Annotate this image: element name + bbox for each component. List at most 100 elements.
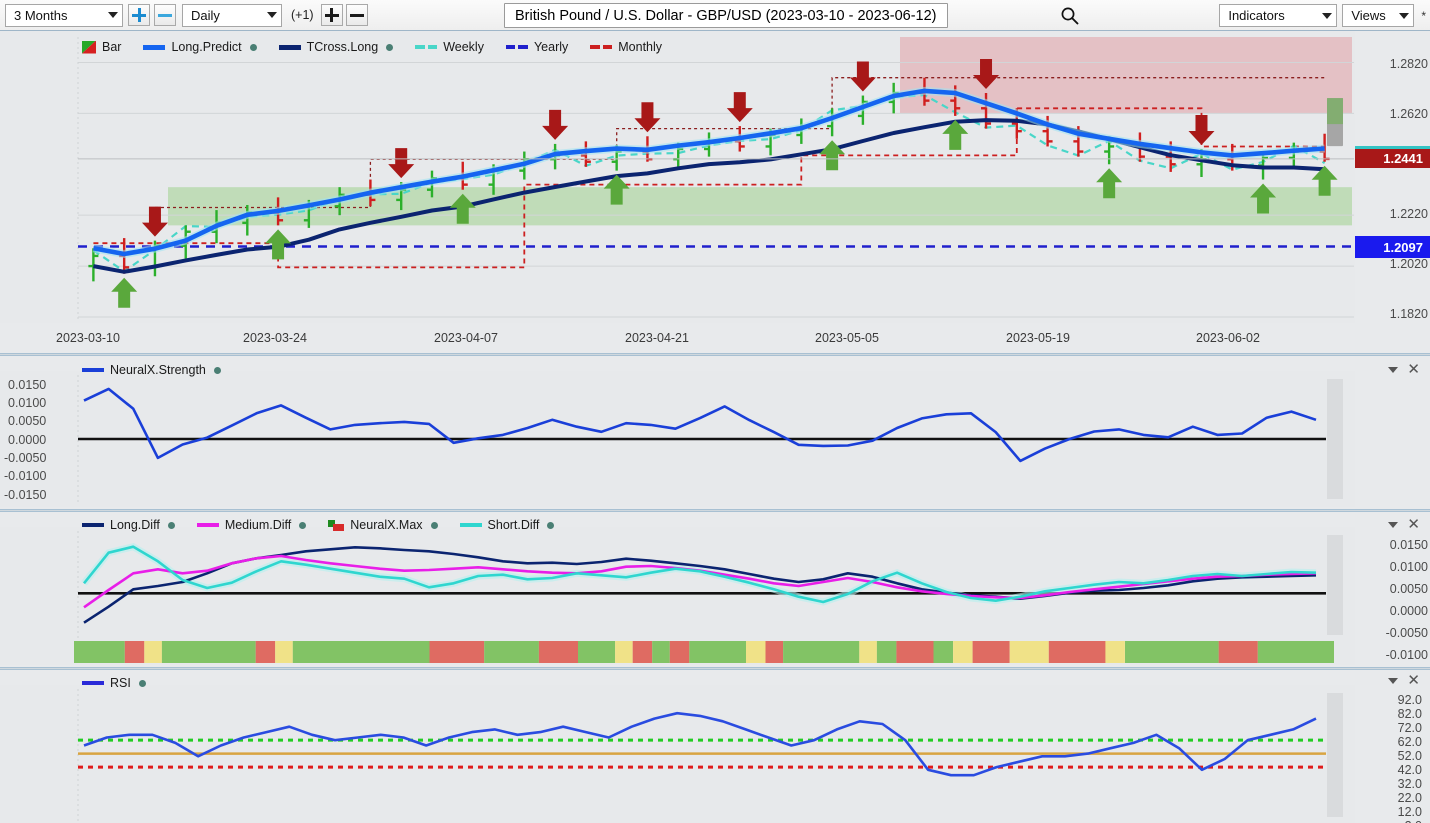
price-plot-area[interactable] — [0, 31, 1355, 323]
legend-item-short-diff[interactable]: Short.Diff — [459, 518, 555, 532]
strength-legend: NeuralX.Strength — [82, 363, 221, 377]
legend-item-weekly[interactable]: Weekly — [415, 40, 484, 54]
strength-axis-label: 0.0000 — [8, 433, 47, 447]
settings-dot-icon[interactable] — [547, 521, 555, 529]
last-price-value: 1.2441 — [1383, 151, 1423, 166]
price-axis-label: 1.1820 — [1389, 307, 1428, 321]
symbol-title-field[interactable]: British Pound / U.S. Dollar - GBP/USD (2… — [504, 3, 948, 28]
legend-label: TCross.Long — [306, 40, 379, 54]
legend-label: Short.Diff — [487, 518, 540, 532]
legend-item-yearly[interactable]: Yearly — [505, 40, 569, 54]
legend-item-neuralx-strength[interactable]: NeuralX.Strength — [82, 363, 221, 377]
diff-axis-label: 0.0000 — [1389, 604, 1428, 618]
pane-divider[interactable] — [0, 667, 1430, 670]
range-minus-button[interactable] — [154, 4, 176, 26]
date-axis-label: 2023-03-24 — [243, 331, 307, 345]
price-legend: Bar Long.Predict TCross.Long Weekly Year… — [82, 40, 662, 54]
interval-plus-button[interactable] — [320, 4, 343, 26]
strength-pane-controls: ✕ — [1388, 362, 1420, 377]
chevron-down-icon — [267, 12, 277, 18]
chevron-down-icon[interactable] — [1388, 366, 1399, 373]
date-axis-label: 2023-05-19 — [1006, 331, 1070, 345]
strength-plot-area[interactable] — [0, 371, 1355, 507]
diff-plot-area[interactable] — [0, 527, 1355, 665]
legend-label: NeuralX.Max — [350, 518, 423, 532]
rsi-axis-label: 82.0 — [1397, 707, 1422, 721]
range-select-label: 3 Months — [14, 7, 68, 23]
histogram-swatch-icon — [328, 519, 345, 531]
rsi-axis-label: 22.0 — [1397, 791, 1422, 805]
line-swatch-icon — [82, 523, 104, 527]
minus-icon — [349, 7, 365, 23]
indicators-button-label: Indicators — [1228, 8, 1285, 23]
legend-item-monthly[interactable]: Monthly — [590, 40, 662, 54]
strength-axis-label: -0.0100 — [4, 469, 47, 483]
line-swatch-icon — [459, 523, 482, 527]
strength-axis-label: 0.0100 — [8, 396, 47, 410]
settings-dot-icon[interactable] — [167, 521, 175, 529]
legend-label: RSI — [110, 676, 131, 690]
legend-label: NeuralX.Strength — [110, 363, 206, 377]
rsi-chart-svg — [77, 689, 1343, 821]
strength-pane: NeuralX.Strength ✕ 0.0150 0.0100 0.0050 … — [0, 357, 1430, 507]
chevron-down-icon — [108, 12, 118, 18]
settings-dot-icon[interactable] — [213, 366, 221, 374]
legend-item-neuralx-max[interactable]: NeuralX.Max — [328, 518, 438, 532]
close-icon[interactable]: ✕ — [1407, 362, 1420, 377]
legend-item-bar[interactable]: Bar — [82, 40, 121, 54]
pane-divider[interactable] — [0, 509, 1430, 512]
settings-dot-icon[interactable] — [430, 521, 438, 529]
diff-axis-label: 0.0100 — [1389, 560, 1428, 574]
range-select[interactable]: 3 Months — [5, 3, 123, 27]
interval-minus-button[interactable] — [345, 4, 368, 26]
chevron-down-icon — [1399, 12, 1410, 19]
settings-dot-icon[interactable] — [386, 43, 394, 51]
diff-legend: Long.Diff Medium.Diff NeuralX.Max Short.… — [82, 518, 555, 532]
yearly-level-value: 1.2097 — [1383, 239, 1423, 255]
line-swatch-icon — [278, 44, 301, 50]
rsi-axis-label: 32.0 — [1397, 777, 1422, 791]
date-axis-label: 2023-06-02 — [1196, 331, 1260, 345]
settings-dot-icon[interactable] — [249, 43, 257, 51]
top-toolbar: 3 Months Daily (+1) British Pound / U.S.… — [0, 0, 1430, 31]
legend-item-rsi[interactable]: RSI — [82, 676, 146, 690]
legend-label: Yearly — [533, 40, 569, 54]
strength-axis-label: -0.0050 — [4, 451, 47, 465]
strength-chart-svg — [77, 375, 1343, 503]
settings-dot-icon[interactable] — [138, 679, 146, 687]
search-icon[interactable] — [1060, 6, 1079, 25]
date-axis-label: 2023-03-10 — [56, 331, 120, 345]
interval-select[interactable]: Daily — [182, 3, 282, 27]
legend-item-long-predict[interactable]: Long.Predict — [143, 40, 257, 54]
price-axis-label: 1.2020 — [1389, 257, 1428, 271]
plus-icon — [324, 7, 340, 23]
line-swatch-icon — [82, 368, 104, 372]
price-axis-label: 1.2620 — [1389, 107, 1428, 121]
legend-item-long-diff[interactable]: Long.Diff — [82, 518, 175, 532]
strength-axis-label: -0.0150 — [4, 488, 47, 502]
range-plus-button[interactable] — [128, 4, 150, 26]
legend-item-medium-diff[interactable]: Medium.Diff — [196, 518, 307, 532]
rsi-axis-label: 2.0 — [1372, 819, 1422, 823]
chevron-down-icon[interactable] — [1388, 677, 1399, 684]
dashed-swatch-icon — [505, 45, 528, 49]
last-price-badge: 1.2441 — [1355, 146, 1430, 168]
rsi-plot-area[interactable] — [0, 685, 1355, 823]
strength-axis-label: 0.0150 — [8, 378, 47, 392]
rsi-axis-label: 42.0 — [1397, 763, 1422, 777]
diff-axis-label: 0.0150 — [1389, 538, 1428, 552]
views-button[interactable]: Views — [1342, 4, 1415, 27]
close-icon[interactable]: ✕ — [1407, 673, 1420, 688]
plus-icon — [131, 7, 147, 23]
chevron-down-icon[interactable] — [1388, 521, 1399, 528]
pane-divider[interactable] — [0, 353, 1430, 356]
indicators-button[interactable]: Indicators — [1219, 4, 1338, 27]
legend-label: Bar — [102, 40, 122, 54]
bar-icon — [82, 41, 96, 54]
line-swatch-icon — [143, 44, 166, 50]
settings-dot-icon[interactable] — [299, 521, 307, 529]
interval-select-label: Daily — [191, 7, 220, 23]
close-icon[interactable]: ✕ — [1407, 517, 1420, 532]
legend-item-tcross-long[interactable]: TCross.Long — [278, 40, 394, 54]
legend-label: Weekly — [443, 40, 484, 54]
